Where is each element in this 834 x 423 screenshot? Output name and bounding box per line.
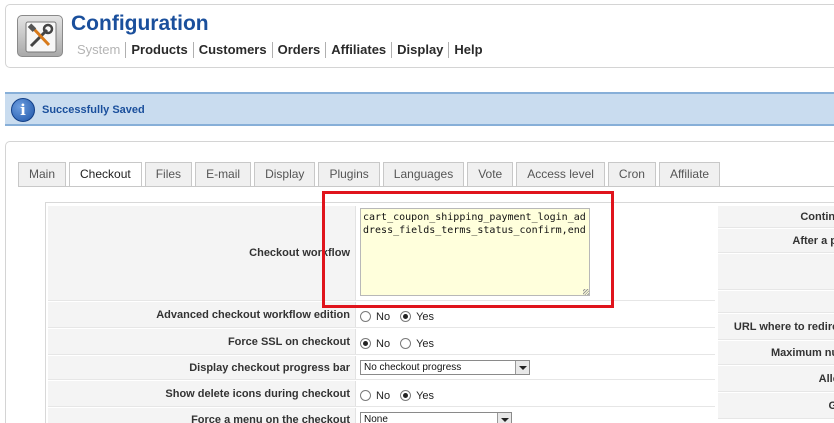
message-text: Successfully Saved [42,104,145,116]
success-message: i Successfully Saved [5,92,834,126]
tab-cron[interactable]: Cron [607,162,656,186]
advanced-workflow-yes-radio[interactable] [400,311,412,322]
right-label-gro: Gro [718,393,834,419]
delete-icons-no-radio[interactable] [360,390,371,401]
right-label-after: After a pro [718,229,834,253]
right-label-allow: Allow [718,366,834,392]
right-label-u: U [718,254,834,290]
progress-bar-label: Display checkout progress bar [48,356,356,379]
tab-divider [18,186,834,187]
tools-icon [17,15,63,57]
tab-vote[interactable]: Vote [467,162,514,186]
checkout-settings: Checkout workflow cart_coupon_shipping_p… [45,202,834,423]
main-menu: System Products Customers Orders Affilia… [75,42,488,58]
menu-item-products[interactable]: Products [125,42,192,58]
page-root: Configuration System Products Customers … [0,0,834,423]
force-ssl-no-label: No [376,337,391,350]
force-ssl-yes-label: Yes [416,337,435,350]
right-label-n: N [718,291,834,313]
checkout-workflow-textarea[interactable]: cart_coupon_shipping_payment_login_addre… [360,208,590,296]
row-advanced-workflow: Advanced checkout workflow edition No Ye… [48,302,715,328]
menu-item-system[interactable]: System [75,42,125,58]
config-panel: Main Checkout Files E-mail Display Plugi… [5,141,834,423]
checkout-workflow-label: Checkout workflow [48,206,356,300]
right-label-continue: Continue [718,206,834,228]
advanced-workflow-no-label: No [376,310,391,323]
menu-item-orders[interactable]: Orders [271,42,326,58]
tab-bar: Main Checkout Files E-mail Display Plugi… [18,162,723,187]
right-label-maximum: Maximum num [718,341,834,365]
row-progress-bar: Display checkout progress bar No checkou… [48,356,715,380]
menu-item-display[interactable]: Display [391,42,448,58]
tab-files[interactable]: Files [144,162,193,186]
advanced-workflow-no-radio[interactable] [360,311,371,322]
row-force-menu: Force a menu on the checkout None [48,408,715,423]
menu-item-affiliates[interactable]: Affiliates [325,42,391,58]
progress-bar-value: No checkout progress [360,356,530,379]
resize-grip-icon[interactable] [583,289,589,295]
force-menu-label: Force a menu on the checkout [48,408,356,423]
right-label-redirect-url: URL where to redirect [718,314,834,340]
delete-icons-yes-radio[interactable] [400,390,412,401]
info-icon: i [11,98,35,122]
delete-icons-options: No Yes [360,381,444,406]
header-panel: Configuration System Products Customers … [5,4,834,68]
progress-bar-selected: No checkout progress [364,362,462,373]
chevron-down-icon[interactable] [497,413,511,423]
tab-display[interactable]: Display [254,162,316,186]
tab-main[interactable]: Main [18,162,67,186]
tab-checkout[interactable]: Checkout [69,162,142,187]
force-ssl-no-radio[interactable] [360,338,371,349]
row-checkout-workflow: Checkout workflow cart_coupon_shipping_p… [48,206,715,301]
tab-languages[interactable]: Languages [382,162,465,186]
row-delete-icons: Show delete icons during checkout No Yes [48,381,715,407]
advanced-workflow-label: Advanced checkout workflow edition [48,302,356,327]
menu-item-help[interactable]: Help [448,42,487,58]
force-menu-value: None [360,408,512,423]
page-title: Configuration [71,12,209,35]
force-ssl-yes-radio[interactable] [400,338,412,349]
delete-icons-label: Show delete icons during checkout [48,381,356,406]
menu-item-customers[interactable]: Customers [192,42,272,58]
force-ssl-label: Force SSL on checkout [48,329,356,354]
force-menu-select[interactable]: None [360,412,512,423]
tab-affiliate[interactable]: Affiliate [658,162,721,186]
tab-access-level[interactable]: Access level [516,162,605,186]
tab-plugins[interactable]: Plugins [318,162,380,186]
delete-icons-yes-label: Yes [416,389,435,402]
row-force-ssl: Force SSL on checkout No Yes [48,329,715,355]
chevron-down-icon[interactable] [515,361,529,374]
progress-bar-select[interactable]: No checkout progress [360,360,530,375]
force-menu-selected: None [364,414,388,423]
force-ssl-options: No Yes [360,329,444,354]
advanced-workflow-options: No Yes [360,302,444,327]
tab-email[interactable]: E-mail [195,162,252,186]
delete-icons-no-label: No [376,389,391,402]
advanced-workflow-yes-label: Yes [416,310,435,323]
